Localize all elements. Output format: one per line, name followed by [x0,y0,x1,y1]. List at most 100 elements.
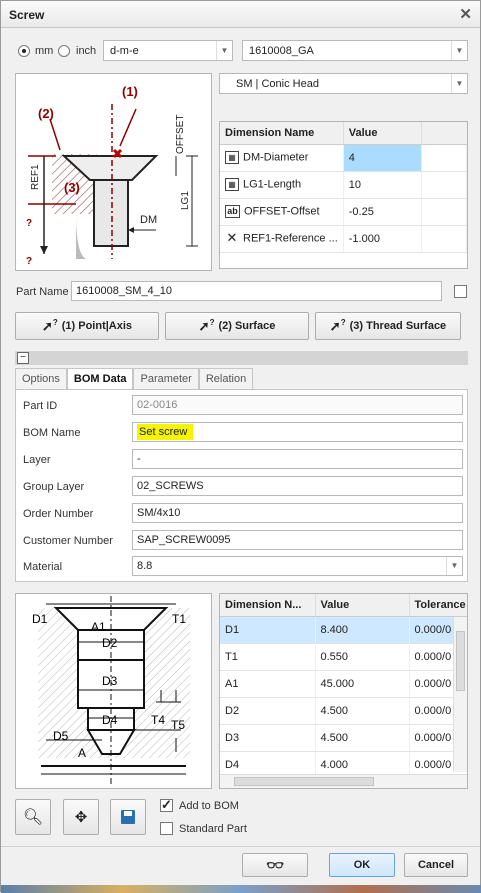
bom-name-label: BOM Name [23,427,81,439]
row-value[interactable]: -1.000 [343,225,422,253]
row-value[interactable]: 4.500 [315,697,410,725]
cancel-button[interactable]: Cancel [404,853,468,877]
chevron-down-icon: ▼ [451,41,467,60]
tab-relation[interactable]: Relation [198,368,254,389]
row-name: D1 [220,616,316,644]
layer-input[interactable]: - [132,449,463,469]
table-row[interactable]: ab OFFSET-Offset -0.25 [220,198,467,226]
horizontal-scrollbar[interactable] [220,774,467,788]
chevron-down-icon: ▼ [446,557,462,575]
table-row[interactable]: A1 45.000 0.000/0 [220,670,467,698]
order-number-input[interactable]: SM/4x10 [132,503,463,523]
thread-surface-button[interactable]: ➚? (3) Thread Surface [315,312,461,340]
row-name: D3 [220,724,316,752]
d1-label: D1 [32,612,48,626]
col-value[interactable]: Value [343,122,422,145]
screw-dialog: Screw ✕ mm inch d-m-e ▼ 1610008_GA ▼ SM … [0,0,481,893]
row-name: D2 [220,697,316,725]
row-value[interactable]: -0.25 [343,198,422,226]
screw-diagram: (1) (2) (3) DM ? ? OFFSET REF1 LG1 [15,73,212,271]
standard-value: d-m-e [110,45,139,57]
group-layer-label: Group Layer [23,481,85,493]
part-name-label: Part Name [16,286,69,298]
scroll-thumb[interactable] [234,777,374,786]
bom-name-value: Set screw [137,424,194,440]
col-dimension-name[interactable]: Dimension Name [220,122,344,145]
table-row[interactable]: D1 8.400 0.000/0 [220,616,467,644]
customer-number-input[interactable]: SAP_SCREW0095 [132,530,463,550]
row-name: T1 [220,643,316,671]
cursor-question-icon: ➚? [41,317,58,334]
cursor-pick-icon: ✥ [74,809,88,826]
lg1-label: LG1 [180,191,191,210]
part-name-checkbox[interactable] [454,285,467,298]
callout-1: (1) [122,84,138,99]
table-row[interactable]: D2 4.500 0.000/0 [220,697,467,725]
group-layer-input[interactable]: 02_SCREWS [132,476,463,496]
standard-combo[interactable]: d-m-e ▼ [103,40,233,61]
d4-label: D4 [102,713,118,727]
d5-label: D5 [53,729,69,743]
a-label: A [78,746,86,760]
pick-button[interactable]: ✥ [63,799,99,835]
dm-label: DM [140,214,157,226]
a1-label: A1 [91,620,106,634]
col-tolerance[interactable]: Tolerance [409,594,467,617]
ref1-label: REF1 [30,164,41,190]
row-value[interactable]: 0.550 [315,643,410,671]
vertical-scrollbar[interactable] [453,617,467,772]
inch-label: inch [76,45,97,57]
t1-label: T1 [172,612,186,626]
tab-options[interactable]: Options [15,368,67,389]
mm-radio[interactable] [18,45,30,57]
part-id-label: Part ID [23,400,58,412]
row-value[interactable]: 4 [343,144,422,172]
table-row[interactable]: D3 4.500 0.000/0 [220,724,467,752]
d3-label: D3 [102,674,118,688]
part-name-input[interactable]: 1610008_SM_4_10 [71,281,442,301]
material-label: Material [23,561,63,573]
row-value[interactable]: 10 [343,171,422,199]
row-value[interactable]: 4.500 [315,724,410,752]
head-combo[interactable]: SM | Conic Head ▼ [219,73,468,94]
t5-label: T5 [171,718,185,732]
add-to-bom-label: Add to BOM [179,800,239,812]
tab-bom-data[interactable]: BOM Data [66,368,134,389]
material-combo[interactable]: 8.8 ▼ [132,556,463,576]
dimension-table: Dimension Name Value ▦ DM-Diameter 4 ▦ LG1… [219,121,468,269]
close-icon[interactable]: ✕ [459,5,472,23]
col-dimension-name[interactable]: Dimension N... [220,594,316,617]
inch-radio[interactable] [58,45,70,57]
row-name: OFFSET-Offset [244,205,320,218]
part-combo[interactable]: 1610008_GA ▼ [242,40,468,61]
surface-button[interactable]: ➚? (2) Surface [165,312,309,340]
table-row[interactable]: T1 0.550 0.000/0 [220,643,467,671]
cursor-question-icon: ➚? [329,317,346,334]
scroll-thumb[interactable] [456,631,465,691]
tab-parameter[interactable]: Parameter [133,368,199,389]
collapse-icon[interactable]: − [17,352,29,364]
table-row[interactable]: ▦ LG1-Length 10 [220,171,467,199]
collapse-bar [15,351,468,365]
preview-button[interactable]: 👓︎ [242,853,308,877]
add-to-bom-checkbox[interactable]: ✓ [160,797,173,812]
tolerance-diagram: D1 A1 T1 D2 D3 D4 T4 T5 D5 A [15,593,212,789]
layer-label: Layer [23,454,51,466]
material-value: 8.8 [137,560,153,572]
zoom-button[interactable]: 🔍︎ [15,799,51,835]
divider [1,846,480,847]
part-id-field: 02-0016 [132,395,463,415]
row-value[interactable]: 45.000 [315,670,410,698]
row-name: DM-Diameter [243,151,309,164]
ok-button[interactable]: OK [329,853,395,877]
table-row[interactable]: ▦ DM-Diameter 4 [220,144,467,172]
mm-label: mm [35,45,54,57]
point-axis-button[interactable]: ➚? (1) Point|Axis [15,312,159,340]
col-value[interactable]: Value [315,594,410,617]
row-name: A1 [220,670,316,698]
save-button[interactable] [110,799,146,835]
bom-name-input[interactable]: Set screw [132,422,463,442]
table-row[interactable]: ✕ REF1-Reference ... -1.000 [220,225,467,253]
standard-part-checkbox[interactable] [160,822,173,835]
row-value[interactable]: 8.400 [315,616,410,644]
